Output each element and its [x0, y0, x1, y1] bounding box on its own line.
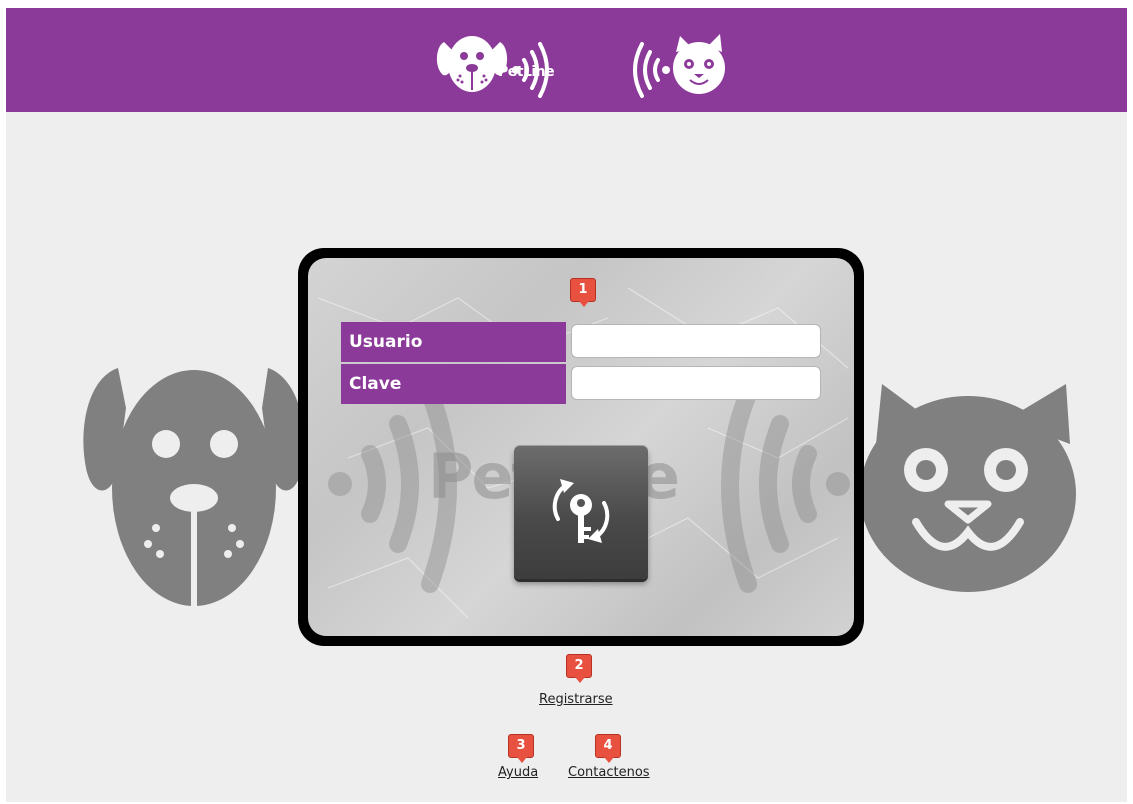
page: PetLine Usuario Clave 1 2 Registrarse 3 …: [6, 8, 1127, 802]
login-button[interactable]: [514, 445, 648, 579]
help-link[interactable]: Ayuda: [498, 765, 538, 780]
badge-4: 4: [595, 734, 621, 763]
header-bar: PetLine: [6, 8, 1127, 112]
password-input[interactable]: [571, 366, 821, 400]
password-row: Clave: [341, 364, 821, 404]
contact-link[interactable]: Contactenos: [568, 765, 650, 780]
password-label: Clave: [341, 364, 566, 404]
badge-1: 1: [570, 278, 596, 307]
username-input[interactable]: [571, 324, 821, 358]
key-refresh-icon: [552, 479, 610, 543]
logo-text: PetLine: [498, 64, 555, 80]
login-panel-inner: PetLine Usuario Clave: [308, 258, 854, 636]
badge-2: 2: [566, 654, 592, 683]
login-panel: PetLine Usuario Clave: [298, 248, 864, 646]
background-dog-icon: [83, 368, 305, 606]
register-link[interactable]: Registrarse: [539, 692, 613, 707]
background-cat-icon: [860, 384, 1076, 592]
petline-logo: PetLine: [436, 22, 726, 100]
badge-3: 3: [508, 734, 534, 763]
username-label: Usuario: [341, 322, 566, 362]
username-row: Usuario: [341, 322, 821, 362]
logo-graphic: [436, 34, 725, 98]
